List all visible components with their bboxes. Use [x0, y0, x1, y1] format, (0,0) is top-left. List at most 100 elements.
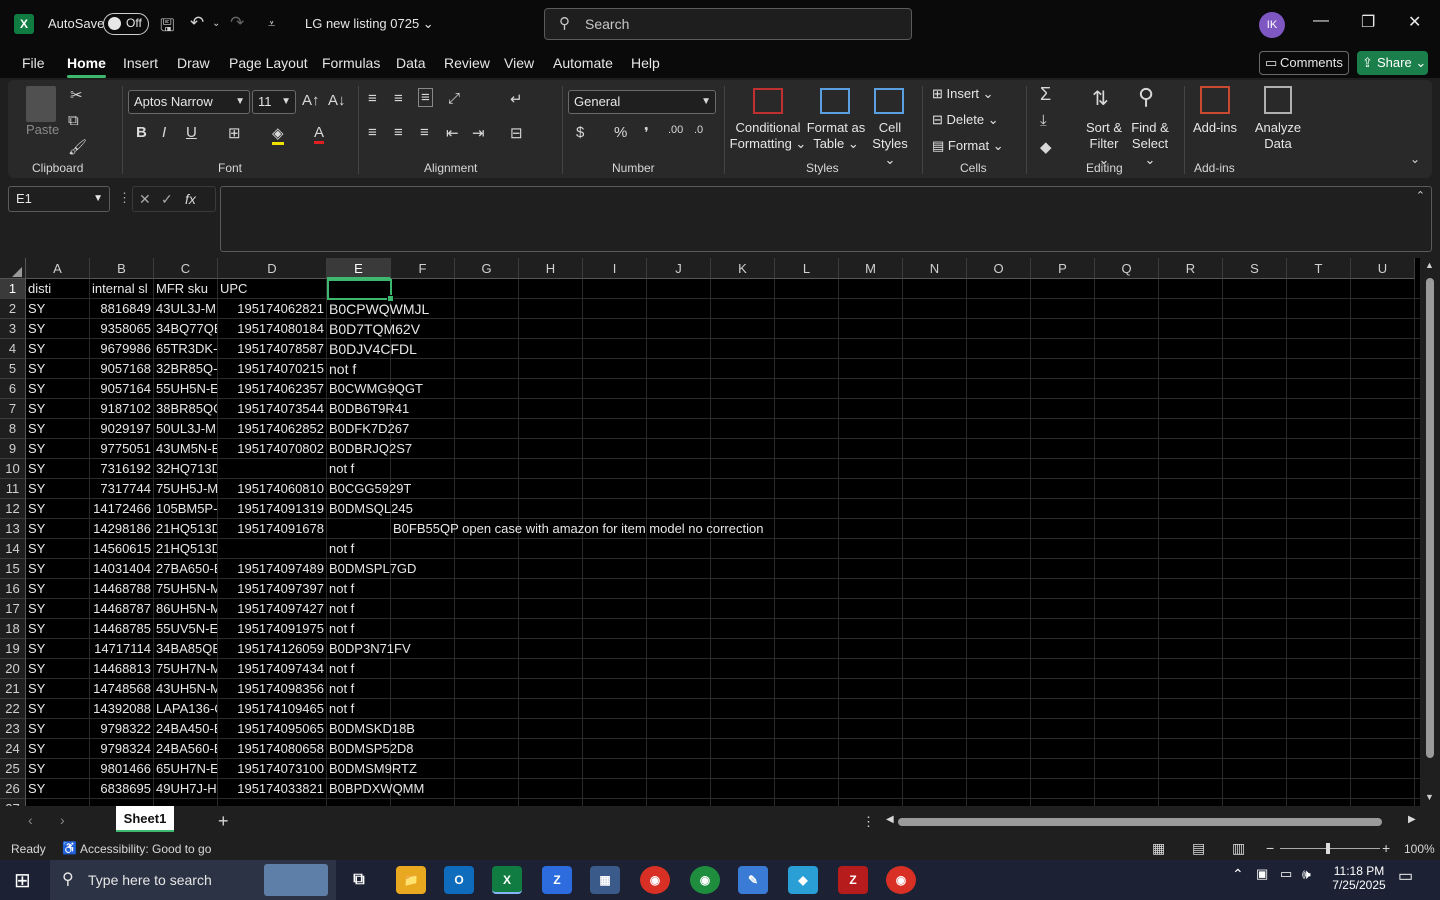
- row-header-2[interactable]: 2: [0, 299, 26, 319]
- cell-c17[interactable]: 86UH5N-M: [154, 599, 217, 619]
- increase-decimal-icon[interactable]: .00: [668, 124, 683, 136]
- cell-a11[interactable]: SY: [26, 479, 89, 499]
- increase-font-icon[interactable]: A↑: [302, 92, 320, 109]
- analyze-data-button[interactable]: Analyze Data: [1254, 120, 1302, 152]
- zoom-slider[interactable]: [1280, 848, 1380, 849]
- align-top-icon[interactable]: ≡: [368, 90, 377, 107]
- column-header-d[interactable]: D: [218, 258, 327, 279]
- scroll-left-icon[interactable]: ◀: [886, 814, 894, 825]
- conditional-formatting-button[interactable]: Conditional Formatting ⌄: [726, 120, 810, 152]
- cell-a3[interactable]: SY: [26, 319, 89, 339]
- cell-d11[interactable]: 195174060810: [218, 479, 326, 499]
- cell-c24[interactable]: 24BA560-E: [154, 739, 217, 759]
- cell-a12[interactable]: SY: [26, 499, 89, 519]
- cell-a17[interactable]: SY: [26, 599, 89, 619]
- cell-d21[interactable]: 195174098356: [218, 679, 326, 699]
- ribbon-collapse-icon[interactable]: ⌄: [1410, 152, 1420, 166]
- row-header-26[interactable]: 26: [0, 779, 26, 799]
- cell-c18[interactable]: 55UV5N-E: [154, 619, 217, 639]
- find-select-button[interactable]: Find & Select ⌄: [1128, 120, 1172, 168]
- formula-input[interactable]: ⌃: [220, 186, 1432, 252]
- insert-function-icon[interactable]: fx: [185, 187, 196, 211]
- cell-e9[interactable]: B0DBRJQ2S7: [327, 439, 412, 459]
- accessibility-status[interactable]: Accessibility: Good to go: [80, 842, 211, 856]
- cell-d6[interactable]: 195174062357: [218, 379, 326, 399]
- avatar[interactable]: IK: [1259, 12, 1285, 38]
- cell-a5[interactable]: SY: [26, 359, 89, 379]
- vertical-scrollbar[interactable]: ▲ ▼: [1420, 258, 1440, 806]
- cell-d20[interactable]: 195174097434: [218, 659, 326, 679]
- cell-e25[interactable]: B0DMSM9RTZ: [327, 759, 417, 779]
- cell-e22[interactable]: not f: [327, 699, 390, 719]
- wrap-text-icon[interactable]: ↵: [510, 90, 523, 108]
- cell-e8[interactable]: B0DFK7D267: [327, 419, 409, 439]
- cell-d1[interactable]: UPC: [218, 279, 326, 299]
- cell-d7[interactable]: 195174073544: [218, 399, 326, 419]
- cell-b9[interactable]: 9775051: [90, 439, 153, 459]
- zoom-out-icon[interactable]: −: [1266, 840, 1274, 856]
- zoom-slider-thumb[interactable]: [1326, 843, 1330, 854]
- cell-e12[interactable]: B0DMSQL245: [327, 499, 413, 519]
- cell-c26[interactable]: 49UH7J-H: [154, 779, 217, 799]
- chrome-profile-icon[interactable]: ◉: [690, 866, 720, 894]
- notification-icon[interactable]: ▭: [1398, 866, 1413, 886]
- cell-b21[interactable]: 14748568: [90, 679, 153, 699]
- zoom-level[interactable]: 100%: [1404, 842, 1435, 856]
- column-header-s[interactable]: S: [1223, 258, 1287, 279]
- column-header-b[interactable]: B: [90, 258, 154, 279]
- increase-indent-icon[interactable]: ⇥: [472, 124, 485, 142]
- cell-e2[interactable]: B0CPWQWMJL: [327, 299, 429, 319]
- orientation-icon[interactable]: ⤢: [448, 90, 460, 107]
- cell-b7[interactable]: 9187102: [90, 399, 153, 419]
- cell-e18[interactable]: not f: [327, 619, 390, 639]
- column-header-l[interactable]: L: [775, 258, 839, 279]
- cell-c1[interactable]: MFR sku: [154, 279, 217, 299]
- cell-a10[interactable]: SY: [26, 459, 89, 479]
- cell-c3[interactable]: 34BQ77QE: [154, 319, 217, 339]
- cell-c8[interactable]: 50UL3J-M: [154, 419, 217, 439]
- cell-c4[interactable]: 65TR3DK-E: [154, 339, 217, 359]
- cell-a6[interactable]: SY: [26, 379, 89, 399]
- cell-styles-button[interactable]: Cell Styles ⌄: [866, 120, 914, 168]
- tab-view[interactable]: View: [504, 55, 534, 71]
- cell-a18[interactable]: SY: [26, 619, 89, 639]
- cell-b22[interactable]: 14392088: [90, 699, 153, 719]
- comma-icon[interactable]: ❜: [644, 124, 649, 142]
- cell-e20[interactable]: not f: [327, 659, 390, 679]
- scroll-down-icon[interactable]: ▼: [1425, 792, 1434, 802]
- cell-a9[interactable]: SY: [26, 439, 89, 459]
- search-box[interactable]: ⚲ Search: [544, 8, 912, 40]
- column-header-t[interactable]: T: [1287, 258, 1351, 279]
- row-header-14[interactable]: 14: [0, 539, 26, 559]
- cell-a21[interactable]: SY: [26, 679, 89, 699]
- currency-icon[interactable]: $: [576, 124, 584, 141]
- cell-a20[interactable]: SY: [26, 659, 89, 679]
- cell-b18[interactable]: 14468785: [90, 619, 153, 639]
- tab-automate[interactable]: Automate: [553, 55, 613, 71]
- cell-a22[interactable]: SY: [26, 699, 89, 719]
- row-header-20[interactable]: 20: [0, 659, 26, 679]
- cell-d22[interactable]: 195174109465: [218, 699, 326, 719]
- align-middle-icon[interactable]: ≡: [394, 90, 403, 107]
- number-format-select[interactable]: General ▼: [568, 90, 716, 114]
- zoom-in-icon[interactable]: +: [1382, 840, 1390, 856]
- autosum-icon[interactable]: Σ: [1040, 84, 1051, 105]
- cell-b25[interactable]: 9801466: [90, 759, 153, 779]
- cell-styles-icon[interactable]: [874, 88, 904, 114]
- font-family-select[interactable]: Aptos Narrow ▼: [128, 90, 250, 114]
- cell-d4[interactable]: 195174078587: [218, 339, 326, 359]
- tab-file[interactable]: File: [22, 55, 45, 71]
- align-center-icon[interactable]: ≡: [394, 124, 403, 141]
- column-header-j[interactable]: J: [647, 258, 711, 279]
- align-bottom-icon[interactable]: ≡: [418, 88, 433, 107]
- autosave-toggle[interactable]: Off: [103, 13, 149, 35]
- show-hidden-icons[interactable]: ⌃: [1232, 866, 1244, 883]
- cell-e17[interactable]: not f: [327, 599, 390, 619]
- row-header-12[interactable]: 12: [0, 499, 26, 519]
- cell-e26[interactable]: B0BPDXWQMM: [327, 779, 424, 799]
- cell-e7[interactable]: B0DB6T9R41: [327, 399, 409, 419]
- cell-d17[interactable]: 195174097427: [218, 599, 326, 619]
- cell-d23[interactable]: 195174095065: [218, 719, 326, 739]
- cell-c15[interactable]: 27BA650-E: [154, 559, 217, 579]
- vertical-scroll-thumb[interactable]: [1426, 278, 1434, 758]
